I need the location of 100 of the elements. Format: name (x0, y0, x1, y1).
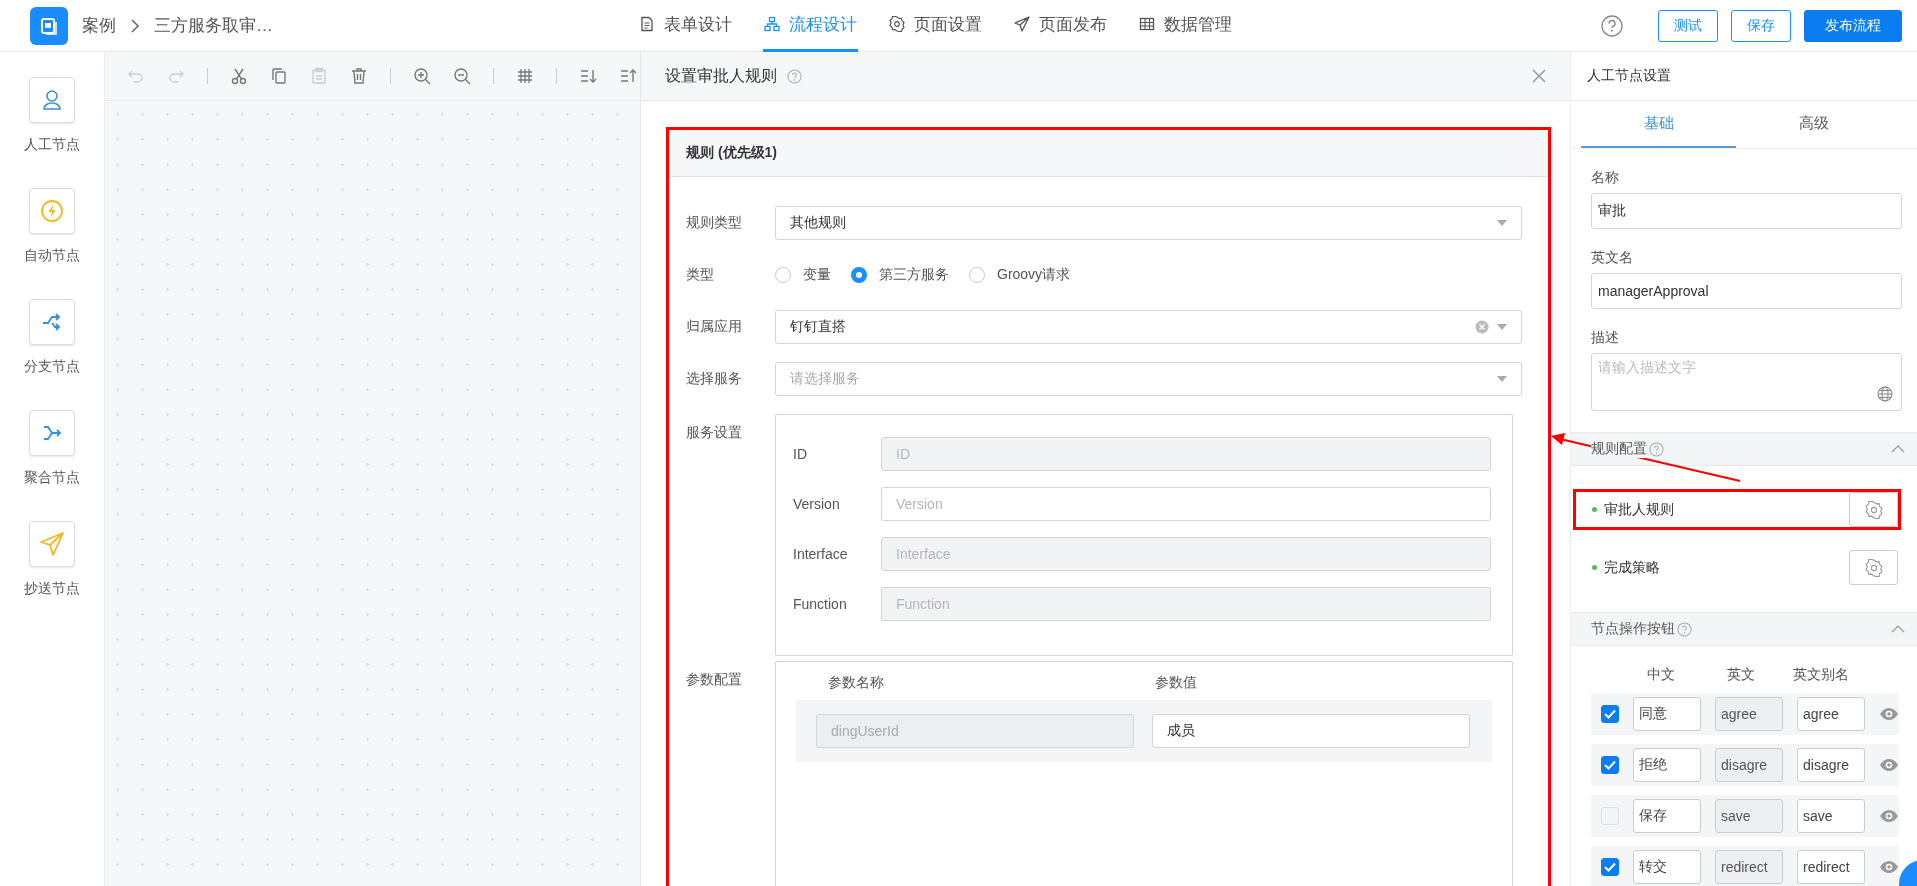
section-header[interactable]: 节点操作按钮 (1571, 612, 1917, 646)
radio-option[interactable]: Groovy请求 (969, 266, 1071, 284)
chevron-up-icon[interactable] (1891, 625, 1905, 633)
help-icon[interactable] (1649, 441, 1664, 457)
checkbox[interactable] (1601, 705, 1619, 723)
text-input[interactable]: Version (881, 487, 1491, 521)
send-node-icon[interactable] (29, 521, 75, 567)
settings-icon (889, 16, 905, 32)
eye-icon[interactable] (1879, 809, 1899, 823)
eye-icon[interactable] (1879, 707, 1899, 721)
app-select[interactable]: 钉钉直搭 (775, 310, 1522, 344)
delete-icon[interactable] (350, 67, 368, 85)
field-label: 参数配置 (686, 670, 743, 689)
status-dot (1592, 507, 1597, 512)
grid-icon[interactable] (516, 67, 534, 85)
sort-up-icon[interactable] (619, 67, 637, 85)
status-dot (1592, 565, 1597, 570)
globe-icon[interactable] (1877, 386, 1893, 402)
field-label: 类型 (686, 266, 715, 284)
copy-icon[interactable] (270, 67, 288, 85)
close-icon[interactable] (1532, 69, 1546, 83)
field-label: 英文名 (1591, 249, 1634, 267)
merge-node-icon[interactable] (29, 410, 75, 456)
paper-plane-icon (1014, 16, 1030, 32)
column-header: 参数值 (1155, 674, 1198, 692)
text-input[interactable]: managerApproval (1591, 273, 1902, 309)
section-title: 规则配置 (1591, 440, 1647, 458)
eye-icon[interactable] (1879, 860, 1899, 874)
nav-tab[interactable]: 数据管理 (1138, 0, 1233, 52)
node-type-label: 聚合节点 (24, 469, 80, 487)
settings-button[interactable] (1849, 492, 1898, 527)
clear-icon[interactable] (1475, 320, 1489, 334)
alias-input[interactable]: redirect (1797, 850, 1865, 884)
panel-title: 人工节点设置 (1587, 67, 1671, 85)
column-header: 参数名称 (828, 674, 885, 692)
help-icon[interactable] (1601, 14, 1623, 37)
node-type-label: 分支节点 (24, 358, 80, 376)
node-type-label: 抄送节点 (24, 580, 80, 598)
field-label: Version (793, 496, 841, 512)
settings-icon (1864, 558, 1883, 577)
field-label: 选择服务 (686, 370, 743, 388)
rule-title: 规则 (优先级1) (686, 144, 777, 162)
alias-input[interactable]: save (1797, 799, 1865, 833)
alias-input[interactable]: agree (1797, 697, 1865, 731)
chinese-name-input[interactable]: 转交 (1633, 850, 1701, 884)
dialog-title: 设置审批人规则 (665, 65, 777, 86)
panel-tab[interactable]: 高级 (1736, 101, 1891, 148)
field-label: ID (793, 446, 808, 462)
table-icon (1139, 16, 1155, 32)
rule-config-label: 审批人规则 (1604, 500, 1674, 519)
zoom-in-icon[interactable] (413, 67, 431, 85)
help-icon[interactable] (787, 68, 802, 84)
field-label: 归属应用 (686, 318, 743, 336)
eye-icon[interactable] (1879, 758, 1899, 772)
caret-down-icon (1497, 376, 1507, 382)
radio-option[interactable]: 变量 (775, 266, 831, 284)
field-label: Interface (793, 546, 849, 562)
column-header: 中文 (1646, 666, 1676, 684)
field-label: 描述 (1591, 329, 1620, 347)
zoom-out-icon[interactable] (453, 67, 471, 85)
chinese-name-input[interactable]: 保存 (1633, 799, 1701, 833)
chinese-name-input[interactable]: 拒绝 (1633, 748, 1701, 782)
chevron-up-icon[interactable] (1891, 445, 1905, 453)
person-node-icon[interactable] (29, 77, 75, 123)
sort-down-icon[interactable] (579, 67, 597, 85)
column-header: 英文别名 (1792, 666, 1850, 684)
breadcrumb-link[interactable]: 三方服务取审… (154, 14, 273, 37)
action-button[interactable]: 发布流程 (1804, 9, 1902, 42)
settings-icon (1864, 500, 1883, 519)
checkbox[interactable] (1601, 756, 1619, 774)
rule-type-select[interactable]: 其他规则 (775, 206, 1522, 240)
radio-option[interactable]: 第三方服务 (851, 266, 949, 284)
cut-icon[interactable] (230, 67, 248, 85)
nav-tab[interactable]: 页面发布 (1013, 0, 1108, 52)
chinese-name-input[interactable]: 同意 (1633, 697, 1701, 731)
node-type-label: 人工节点 (24, 136, 80, 154)
document-icon (639, 16, 655, 32)
panel-tab[interactable]: 基础 (1581, 101, 1736, 148)
field-label: Function (793, 596, 848, 612)
param-value-input[interactable]: 成员 (1152, 714, 1470, 748)
caret-down-icon (1497, 220, 1507, 226)
help-icon[interactable] (1677, 621, 1692, 637)
bolt-node-icon[interactable] (29, 188, 75, 234)
org-chart-icon (764, 16, 780, 32)
section-header[interactable]: 规则配置 (1571, 432, 1917, 466)
alias-input[interactable]: disagre (1797, 748, 1865, 782)
field-label: 服务设置 (686, 423, 743, 442)
settings-button[interactable] (1849, 550, 1898, 585)
column-header: 英文 (1726, 666, 1756, 684)
checkbox[interactable] (1601, 858, 1619, 876)
node-type-label: 自动节点 (24, 247, 80, 265)
text-input[interactable]: 审批 (1591, 193, 1902, 229)
section-title: 节点操作按钮 (1591, 620, 1675, 638)
breadcrumb-link[interactable]: 案例 (82, 14, 116, 37)
nav-tab[interactable]: 表单设计 (638, 0, 733, 52)
rule-config-label: 完成策略 (1604, 558, 1660, 577)
branch-node-icon[interactable] (29, 299, 75, 345)
field-label: 规则类型 (686, 214, 743, 232)
nav-tab[interactable]: 页面设置 (888, 0, 983, 52)
app-logo-icon[interactable] (30, 6, 68, 45)
